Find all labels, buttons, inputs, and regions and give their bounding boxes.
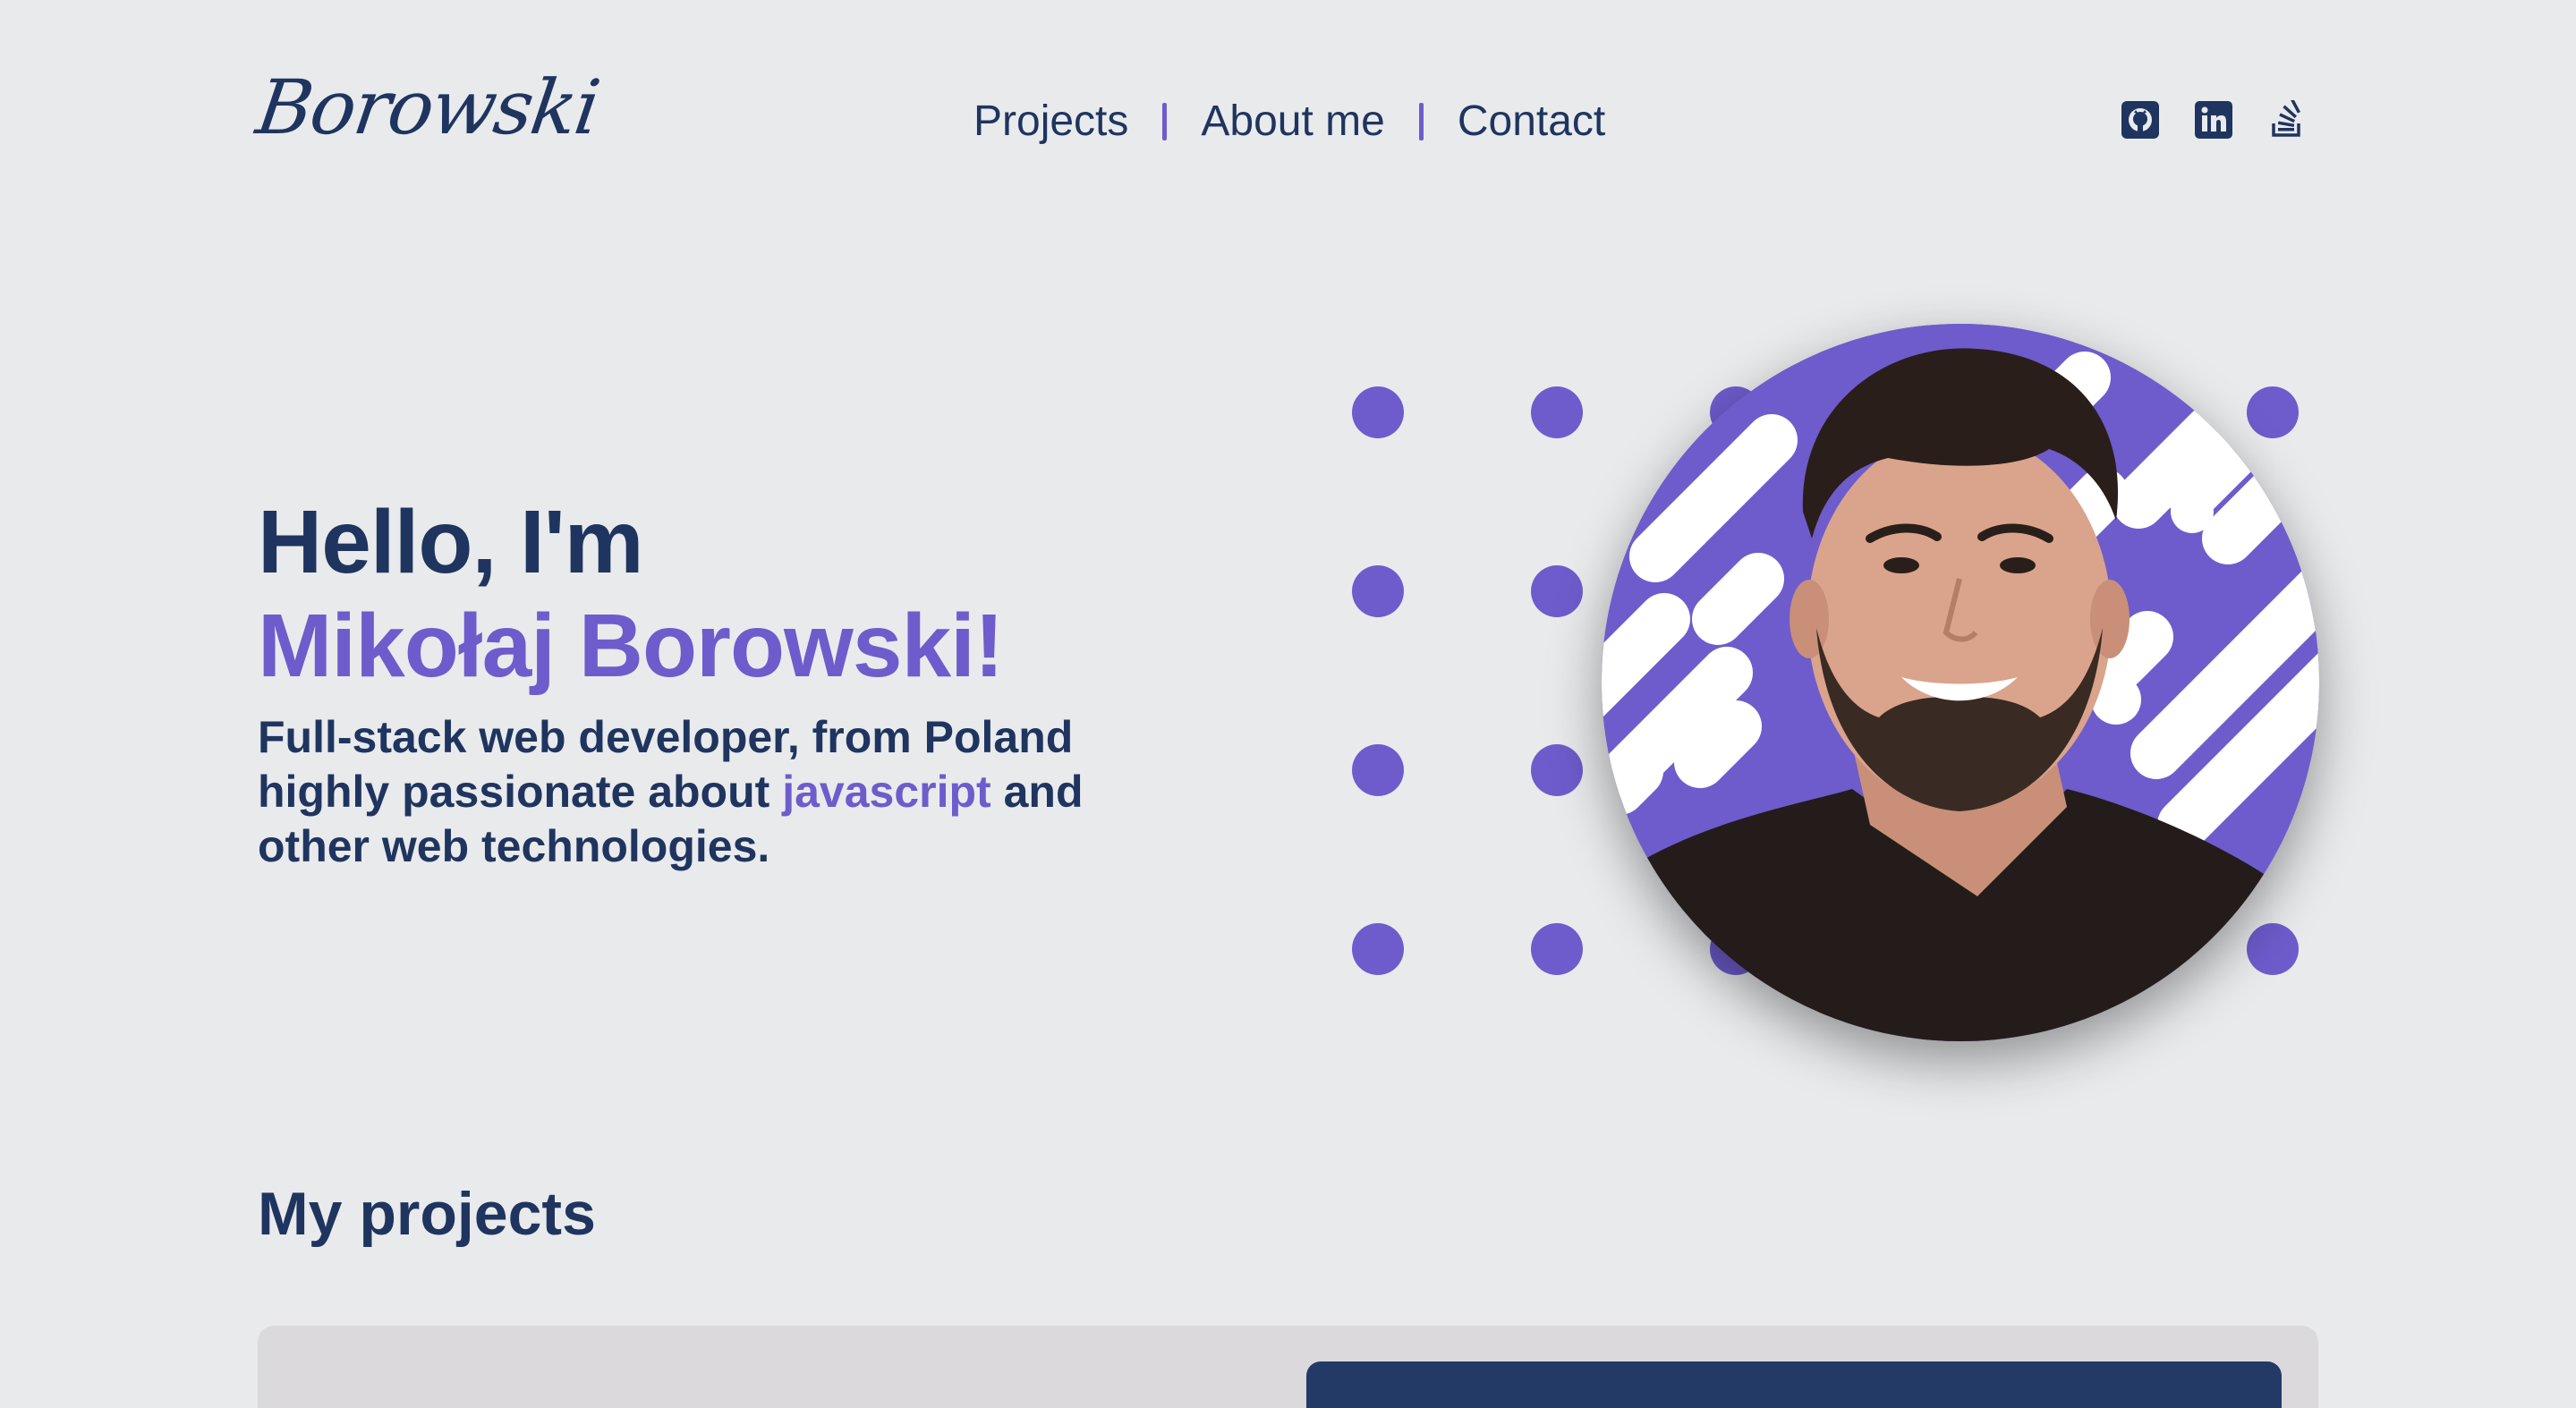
decor-dot xyxy=(1531,923,1583,975)
profile-photo xyxy=(1602,324,2319,1041)
nav-link-about-me[interactable]: About me xyxy=(1201,97,1384,146)
project-card xyxy=(258,1326,2318,1408)
decor-dot xyxy=(1352,565,1404,617)
decor-dot xyxy=(1352,923,1404,975)
nav-link-contact[interactable]: Contact xyxy=(1458,97,1605,146)
decor-dot xyxy=(2247,386,2299,438)
hero-intro: Hello, I'm Mikołaj Borowski! Full-stack … xyxy=(258,490,1197,874)
decor-dot xyxy=(1531,565,1583,617)
decor-dot xyxy=(1352,386,1404,438)
stackoverflow-icon[interactable] xyxy=(2267,100,2307,140)
project-card-preview xyxy=(1306,1361,2282,1408)
decor-dot xyxy=(1531,386,1583,438)
site-logo[interactable]: Borowski xyxy=(251,64,604,151)
decor-dot xyxy=(1352,744,1404,796)
tagline-accent: javascript xyxy=(782,767,991,817)
github-icon[interactable] xyxy=(2121,100,2160,140)
decor-dot xyxy=(2247,923,2299,975)
nav-separator xyxy=(1162,102,1168,140)
social-links xyxy=(2121,100,2307,140)
hero-greeting: Hello, I'm xyxy=(258,492,644,592)
linkedin-icon[interactable] xyxy=(2194,100,2233,140)
hero-tagline: Full-stack web developer, from Poland hi… xyxy=(258,710,1197,874)
nav-link-projects[interactable]: Projects xyxy=(973,97,1128,146)
main-nav: Projects About me Contact xyxy=(973,97,1605,146)
projects-heading: My projects xyxy=(258,1180,596,1248)
nav-separator xyxy=(1418,102,1424,140)
hero-name: Mikołaj Borowski! xyxy=(258,596,1004,696)
decor-dot xyxy=(1531,744,1583,796)
page: Borowski Projects About me Contact Hello… xyxy=(0,0,2576,1408)
